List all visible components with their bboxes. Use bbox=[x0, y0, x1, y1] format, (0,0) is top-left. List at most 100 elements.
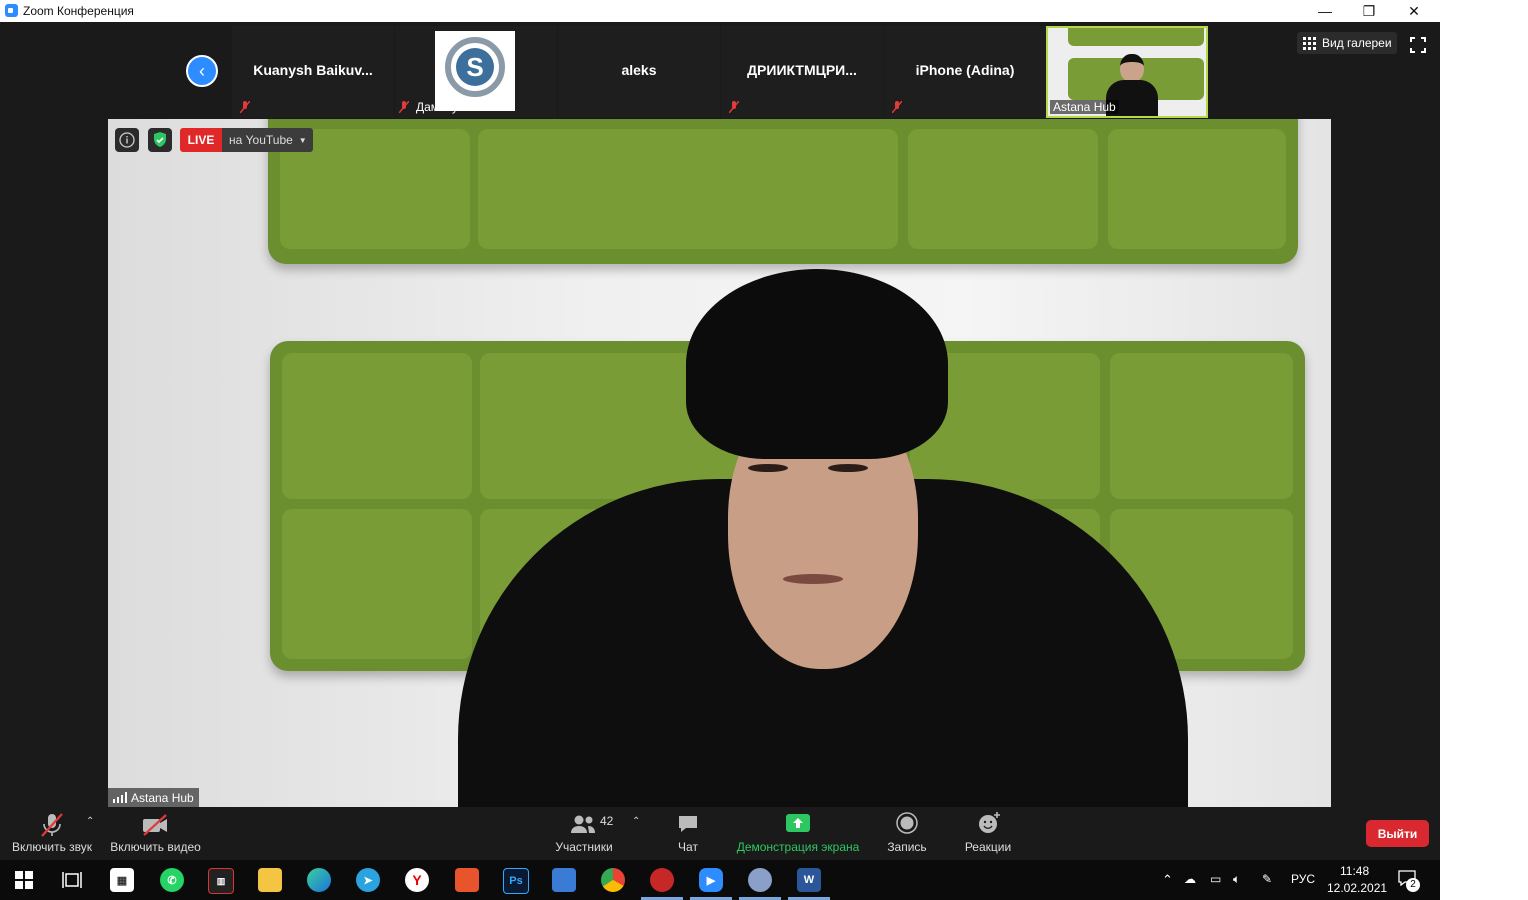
whatsapp-icon[interactable]: ✆ bbox=[160, 868, 184, 892]
participant-name: Astana Hub bbox=[1050, 100, 1119, 114]
windows-start-icon[interactable] bbox=[15, 871, 33, 889]
unmute-label: Включить звук bbox=[11, 840, 93, 854]
office-icon[interactable] bbox=[455, 868, 479, 892]
participant-tile[interactable]: S Дамбаулова... bbox=[395, 26, 557, 118]
grid-icon bbox=[1303, 36, 1316, 50]
task-view-icon[interactable] bbox=[62, 871, 82, 889]
muted-mic-icon bbox=[729, 101, 739, 113]
onedrive-icon[interactable]: ☁ bbox=[1184, 872, 1196, 886]
participant-logo: S bbox=[435, 31, 515, 111]
chevron-up-icon[interactable]: ⌃ bbox=[632, 816, 640, 827]
participant-tile[interactable]: Kuanysh Baikuv... bbox=[232, 26, 394, 118]
speaker-name-label: Astana Hub bbox=[108, 788, 199, 807]
shield-icon bbox=[154, 132, 166, 147]
unmute-button[interactable]: ⌃ Включить звук bbox=[6, 810, 98, 856]
telegram-icon[interactable]: ➤ bbox=[356, 868, 380, 892]
share-screen-label: Демонстрация экрана bbox=[736, 840, 860, 854]
paint-app-icon[interactable] bbox=[748, 868, 772, 892]
volume-icon[interactable]: 🔈︎ bbox=[1233, 872, 1240, 887]
participants-icon bbox=[571, 815, 595, 833]
dropdown-arrow-icon: ▼ bbox=[298, 135, 307, 145]
notifications-button[interactable]: 2 bbox=[1398, 870, 1420, 892]
share-screen-icon bbox=[786, 814, 810, 832]
person-hair bbox=[686, 269, 948, 459]
store-icon[interactable]: ▦ bbox=[110, 868, 134, 892]
close-button[interactable]: ✕ bbox=[1391, 0, 1437, 22]
start-video-button[interactable]: Включить видео bbox=[108, 810, 203, 856]
green-wall-panel bbox=[268, 119, 1298, 264]
network-icon[interactable]: ▭ bbox=[1210, 872, 1221, 886]
gallery-back-button[interactable]: ‹ bbox=[186, 55, 218, 87]
main-speaker-video bbox=[108, 119, 1331, 807]
file-explorer-icon[interactable] bbox=[258, 868, 282, 892]
audio-app-icon[interactable]: ▥ bbox=[208, 868, 234, 894]
chevron-left-icon: ‹ bbox=[199, 60, 205, 81]
muted-mic-icon bbox=[399, 101, 409, 113]
meeting-info-button[interactable] bbox=[115, 128, 139, 152]
live-stream-dropdown[interactable]: LIVE на YouTube ▼ bbox=[180, 128, 313, 152]
person-eye bbox=[748, 464, 788, 472]
record-label: Запись bbox=[887, 840, 927, 854]
participant-tile[interactable]: ДРИИКТМЦРИ... bbox=[721, 26, 883, 118]
language-indicator[interactable]: РУС bbox=[1291, 872, 1315, 886]
participant-tile[interactable]: aleks bbox=[558, 26, 720, 118]
tray-expand-icon[interactable]: ⌃ bbox=[1162, 872, 1173, 888]
restore-button[interactable]: ❐ bbox=[1346, 0, 1392, 22]
participants-count: 42 bbox=[600, 814, 614, 828]
muted-mic-icon bbox=[240, 101, 250, 113]
recorder-app-icon[interactable] bbox=[650, 868, 674, 892]
chrome-icon[interactable] bbox=[601, 868, 625, 892]
word-icon[interactable]: W bbox=[797, 868, 821, 892]
person-eye bbox=[828, 464, 868, 472]
participant-name: aleks bbox=[621, 62, 657, 78]
zoom-taskbar-icon[interactable]: ▶ bbox=[699, 868, 723, 892]
yandex-icon[interactable]: Y bbox=[405, 868, 429, 892]
chat-button[interactable]: Чат bbox=[668, 810, 708, 856]
leave-button[interactable]: Выйти bbox=[1366, 820, 1429, 847]
fullscreen-icon[interactable] bbox=[1410, 37, 1426, 53]
person-mouth bbox=[783, 574, 843, 584]
chevron-up-icon[interactable]: ⌃ bbox=[86, 816, 94, 827]
speaker-name: Astana Hub bbox=[131, 790, 194, 805]
clock-time[interactable]: 11:48 bbox=[1340, 864, 1369, 878]
gallery-view-button[interactable]: Вид галереи bbox=[1297, 32, 1397, 54]
signal-bars-icon bbox=[113, 792, 127, 803]
notification-count: 2 bbox=[1406, 878, 1420, 892]
reactions-icon bbox=[979, 812, 1000, 833]
photoshop-icon[interactable]: Ps bbox=[503, 868, 529, 894]
muted-mic-icon bbox=[41, 813, 63, 837]
share-screen-button[interactable]: Демонстрация экрана bbox=[736, 810, 860, 856]
pen-icon[interactable]: ✎ bbox=[1262, 872, 1272, 886]
svg-text:S: S bbox=[466, 52, 483, 82]
s-logo-icon: S bbox=[445, 37, 505, 97]
reactions-button[interactable]: Реакции bbox=[962, 810, 1014, 856]
zoom-app-icon bbox=[5, 4, 18, 17]
participant-name: Kuanysh Baikuv... bbox=[253, 62, 373, 78]
chat-icon bbox=[679, 816, 697, 832]
live-badge: LIVE bbox=[180, 128, 222, 152]
edge-icon[interactable] bbox=[307, 868, 331, 892]
participants-label: Участники bbox=[555, 840, 613, 854]
encryption-button[interactable] bbox=[148, 128, 172, 152]
participant-name: ДРИИКТМЦРИ... bbox=[747, 62, 857, 78]
video-off-icon bbox=[143, 814, 167, 836]
clock-date[interactable]: 12.02.2021 bbox=[1327, 881, 1387, 895]
participant-name: iPhone (Adina) bbox=[915, 62, 1015, 78]
participant-tile-active-speaker[interactable]: Astana Hub bbox=[1046, 26, 1208, 118]
participant-name: Дамбаулова... bbox=[416, 100, 495, 114]
record-button[interactable]: Запись bbox=[884, 810, 930, 856]
chat-label: Чат bbox=[678, 840, 698, 854]
live-target-label: на YouTube bbox=[229, 133, 293, 147]
info-icon bbox=[119, 132, 135, 148]
record-icon bbox=[896, 812, 918, 834]
network-app-icon[interactable] bbox=[552, 868, 576, 892]
gallery-view-label: Вид галереи bbox=[1322, 36, 1392, 50]
title-bar: Zoom Конференция — ❐ ✕ bbox=[0, 0, 1440, 22]
participants-button[interactable]: 42 Участники bbox=[552, 810, 616, 856]
muted-mic-icon bbox=[892, 101, 902, 113]
participant-tile[interactable]: iPhone (Adina) bbox=[884, 26, 1046, 118]
thumb-panel bbox=[1068, 28, 1204, 46]
start-video-label: Включить видео bbox=[110, 840, 201, 854]
desktop-background bbox=[1440, 0, 1528, 900]
minimize-button[interactable]: — bbox=[1302, 0, 1348, 22]
